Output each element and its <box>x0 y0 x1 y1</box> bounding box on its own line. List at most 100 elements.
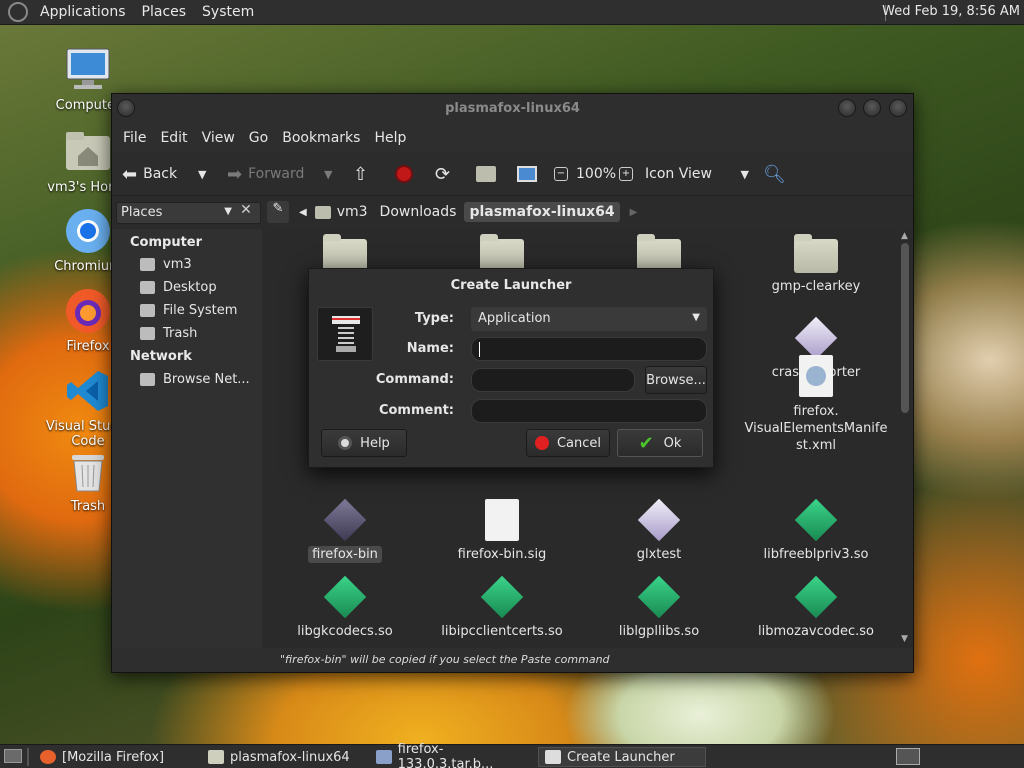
sidebar-item-label: vm3 <box>163 257 192 272</box>
path-segment-current[interactable]: plasmafox-linux64 <box>464 202 620 222</box>
path-segment-downloads[interactable]: Downloads <box>380 204 457 220</box>
chevron-down-icon: ▼ <box>224 206 232 217</box>
edit-location-icon[interactable]: ✎ <box>267 201 289 223</box>
zoom-level: 100% <box>576 166 617 182</box>
task-file-manager[interactable]: plasmafox-linux64 <box>202 747 368 767</box>
back-history-dropdown[interactable]: ▼ <box>198 152 206 196</box>
comment-field[interactable] <box>471 399 707 423</box>
clock[interactable]: Wed Feb 19, 8:56 AM <box>882 4 1020 19</box>
path-back-arrow[interactable]: ◀ <box>299 207 307 218</box>
sidebar-pane-label: Places <box>121 205 163 220</box>
home-icon <box>476 166 496 182</box>
sidebar-item-desktop[interactable]: Desktop <box>140 280 217 295</box>
file-item-gmp-clearkey[interactable]: gmp-clearkey <box>741 234 891 294</box>
computer-button[interactable] <box>517 152 537 196</box>
menu-bookmarks[interactable]: Bookmarks <box>275 130 367 146</box>
launcher-icon <box>545 750 561 764</box>
reload-button[interactable]: ⟳ <box>435 152 456 196</box>
distro-logo-icon[interactable] <box>8 2 28 22</box>
sidebar-item-file-system[interactable]: File System <box>140 303 237 318</box>
sidebar-item-label: Browse Net... <box>163 372 250 387</box>
name-field[interactable] <box>471 337 707 361</box>
task-label: plasmafox-linux64 <box>230 749 350 765</box>
sidebar-item-browse-network[interactable]: Browse Net... <box>140 372 250 387</box>
scrollbar-thumb[interactable] <box>901 243 909 413</box>
workspace-switcher-icon[interactable] <box>896 748 920 765</box>
show-desktop-icon[interactable] <box>4 749 22 763</box>
executable-icon <box>794 316 838 360</box>
launcher-icon-button[interactable] <box>317 307 373 361</box>
zoom-in-icon: + <box>619 167 633 181</box>
spring-icon <box>332 316 360 352</box>
file-item-libipcclientcerts[interactable]: libipcclientcerts.so <box>427 575 577 639</box>
vertical-scrollbar[interactable]: ▲ ▼ <box>898 229 912 649</box>
sidebar-item-vm3[interactable]: vm3 <box>140 257 192 272</box>
file-item-glxtest[interactable]: glxtest <box>584 498 734 562</box>
path-forward-arrow[interactable]: ▶ <box>630 207 638 218</box>
trash-icon <box>64 447 112 495</box>
task-archive[interactable]: firefox-133.0.3.tar.b... <box>370 742 536 768</box>
task-create-launcher[interactable]: Create Launcher <box>538 747 706 767</box>
ok-button[interactable]: ✔ Ok <box>617 429 703 457</box>
scroll-up-icon[interactable]: ▲ <box>901 231 908 241</box>
titlebar[interactable]: plasmafox-linux64 <box>112 94 913 124</box>
search-button[interactable]: 🔍︎ <box>763 152 792 196</box>
home-button[interactable] <box>476 152 496 196</box>
top-panel: Applications Places System Wed Feb 19, 8… <box>0 0 1024 25</box>
close-button[interactable] <box>889 99 907 117</box>
system-menu[interactable]: System <box>194 4 262 20</box>
zoom-in-button[interactable]: + <box>619 152 633 196</box>
name-label: Name: <box>406 341 454 356</box>
minimize-button[interactable] <box>838 99 856 117</box>
sidebar-item-label: Trash <box>163 326 198 341</box>
file-item-libmozavcodec[interactable]: libmozavcodec.so <box>741 575 891 639</box>
zoom-out-button[interactable]: − <box>554 152 568 196</box>
cancel-button[interactable]: Cancel <box>526 429 610 457</box>
stop-button[interactable] <box>395 152 413 196</box>
command-field[interactable] <box>471 368 635 392</box>
applications-menu[interactable]: Applications <box>32 4 134 20</box>
executable-icon <box>637 498 681 542</box>
chevron-down-icon: ▼ <box>740 167 749 181</box>
maximize-button[interactable] <box>863 99 881 117</box>
sidebar-item-trash[interactable]: Trash <box>140 326 197 341</box>
path-segment-vm3[interactable]: vm3 <box>337 204 368 220</box>
menu-help[interactable]: Help <box>367 130 413 146</box>
scroll-down-icon[interactable]: ▼ <box>901 634 908 644</box>
up-button[interactable]: ⇧ <box>353 152 374 196</box>
taskbar: [Mozilla Firefox] plasmafox-linux64 fire… <box>0 742 1024 768</box>
zoom-out-icon: − <box>554 167 568 181</box>
file-label: firefox-bin.sig <box>457 547 547 562</box>
places-menu[interactable]: Places <box>134 4 195 20</box>
file-label: libfreeblpriv3.so <box>763 547 869 562</box>
view-mode-select[interactable]: Icon View ▼ <box>645 152 749 196</box>
file-label: glxtest <box>636 547 682 562</box>
desktop-icon-label: Firefox <box>66 339 110 354</box>
file-label: liblgpllibs.so <box>618 624 700 639</box>
forward-history-dropdown[interactable]: ▼ <box>324 152 332 196</box>
chevron-down-icon: ▼ <box>692 312 700 323</box>
library-icon <box>480 575 524 619</box>
task-firefox[interactable]: [Mozilla Firefox] <box>34 747 200 767</box>
file-item-firefox-bin[interactable]: firefox-bin <box>270 498 420 563</box>
sidebar-section-computer: Computer <box>130 235 203 250</box>
status-bar: "firefox-bin" will be copied if you sele… <box>112 648 913 672</box>
file-item-visualelements-xml[interactable]: firefox. VisualElementsManife st.xml <box>741 355 891 454</box>
menu-go[interactable]: Go <box>242 130 275 146</box>
file-item-libfreeblpriv3[interactable]: libfreeblpriv3.so <box>741 498 891 562</box>
file-item-liblgpllibs[interactable]: liblgpllibs.so <box>584 575 734 639</box>
file-label: firefox. VisualElementsManife st.xml <box>744 404 888 453</box>
breadcrumb: ✎ ◀ vm3 Downloads plasmafox-linux64 ▶ <box>267 198 637 226</box>
back-button[interactable]: ⬅ Back <box>122 152 177 196</box>
menu-view[interactable]: View <box>195 130 242 146</box>
menu-edit[interactable]: Edit <box>153 130 194 146</box>
browse-button[interactable]: Browse... <box>645 366 707 394</box>
file-item-libgkcodecs[interactable]: libgkcodecs.so <box>270 575 420 639</box>
chromium-icon <box>64 207 112 255</box>
type-select[interactable]: Application ▼ <box>471 307 707 331</box>
file-item-firefox-bin-sig[interactable]: firefox-bin.sig <box>427 499 577 562</box>
forward-button[interactable]: ➡ Forward <box>227 152 304 196</box>
menu-file[interactable]: File <box>116 130 153 146</box>
sidebar-close-button[interactable]: ✕ <box>234 202 258 224</box>
help-button[interactable]: Help <box>321 429 407 457</box>
